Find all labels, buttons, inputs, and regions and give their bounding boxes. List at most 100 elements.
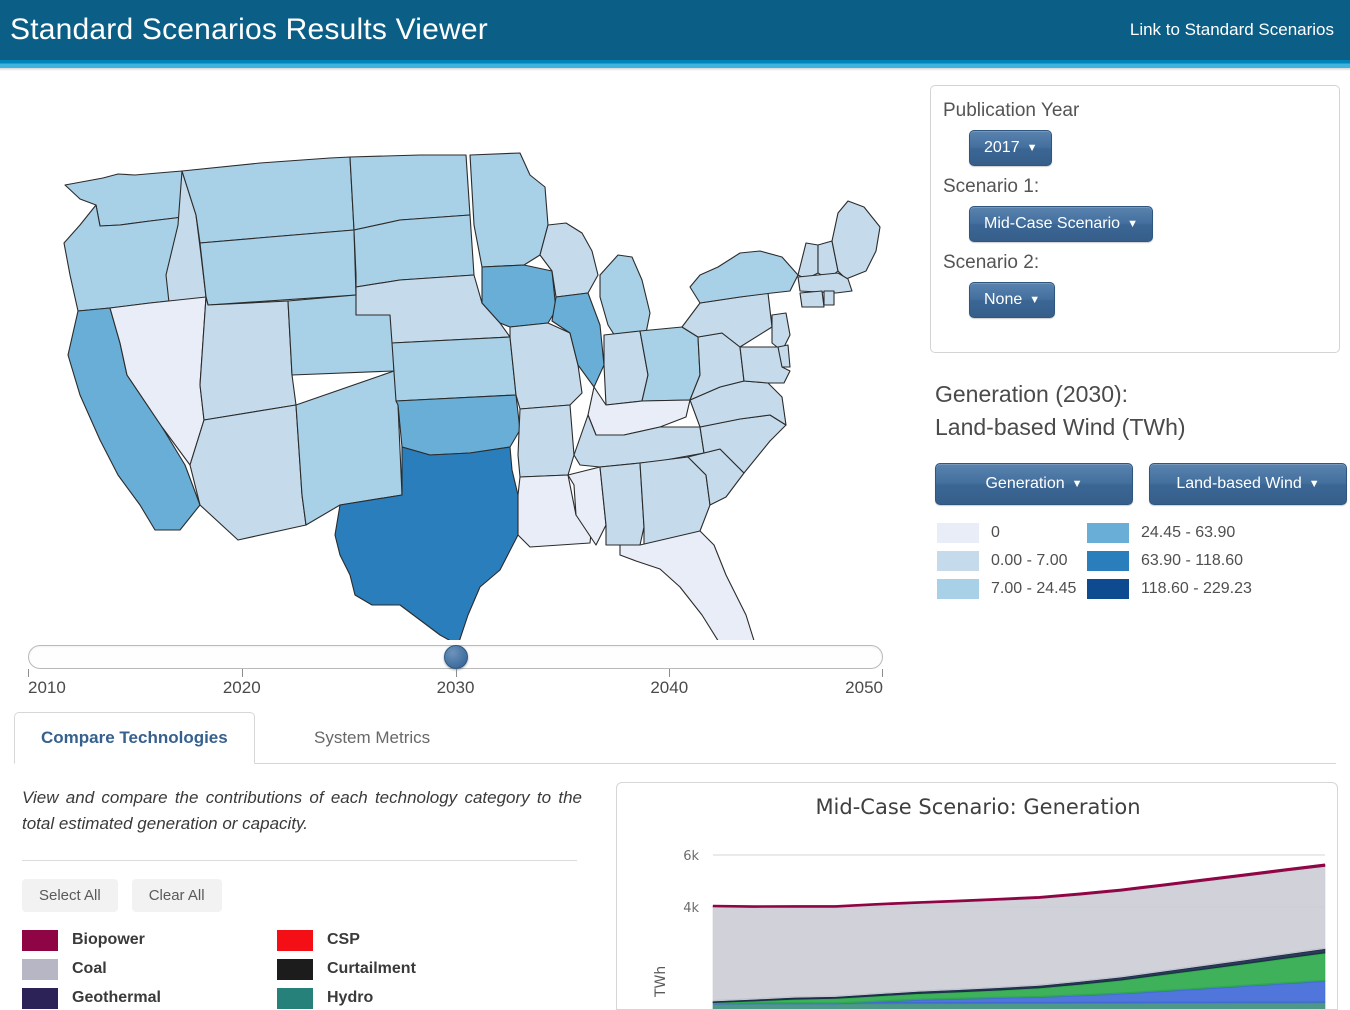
- scenario2-label: Scenario 2:: [943, 252, 1040, 273]
- state-VT[interactable]: [797, 242, 819, 280]
- select-all-button[interactable]: Select All: [22, 878, 118, 912]
- chevron-down-icon: ▼: [1029, 293, 1041, 306]
- selection-buttons: Select All Clear All: [22, 878, 582, 912]
- scenario1-dropdown[interactable]: Mid-Case Scenario ▼: [969, 206, 1153, 242]
- technology-label: Geothermal: [72, 989, 161, 1007]
- generation-area-chart[interactable]: 4k 6k TWh: [617, 823, 1338, 1010]
- technology-label: Hydro: [327, 989, 374, 1007]
- state-KS[interactable]: [391, 336, 517, 402]
- map-legend-item: 0.00 - 7.00: [937, 551, 1087, 571]
- map-metric-heading: Generation (2030): Land-based Wind (TWh): [935, 378, 1345, 445]
- technology-value: Land-based Wind: [1176, 475, 1302, 492]
- slider-handle[interactable]: [443, 645, 468, 669]
- page-title: Standard Scenarios Results Viewer: [10, 13, 488, 46]
- chevron-down-icon: ▼: [1071, 477, 1083, 490]
- app-header: Standard Scenarios Results Viewer Link t…: [0, 0, 1350, 60]
- publication-year-dropdown[interactable]: 2017 ▼: [969, 130, 1053, 166]
- slider-tick-label: 2020: [222, 678, 261, 697]
- state-FL[interactable]: [619, 530, 756, 640]
- technology-legend: Biopower CSP Coal Curtailment Geothermal Hydr…: [22, 929, 582, 1009]
- map-legend-swatch: [1087, 551, 1129, 571]
- generation-chart-card: Mid-Case Scenario: Generation 4k 6k TWh: [616, 782, 1338, 1010]
- slider-tick-label: 2040: [650, 678, 689, 697]
- technology-label: Coal: [72, 960, 107, 978]
- compare-technologies-panel: View and compare the contributions of ea…: [22, 785, 582, 1009]
- slider-tick-mark: [669, 669, 671, 677]
- state-OK[interactable]: [395, 394, 521, 456]
- slider-tick-mark: [28, 669, 29, 677]
- header-accent-stripe: [0, 60, 1350, 68]
- state-MA[interactable]: [797, 272, 853, 294]
- map-legend-item: 63.90 - 118.60: [1087, 551, 1337, 571]
- technology-legend-item[interactable]: Geothermal: [22, 987, 277, 1009]
- clear-all-button[interactable]: Clear All: [131, 878, 222, 912]
- technology-color-swatch: [277, 987, 313, 1009]
- technology-label: CSP: [327, 931, 360, 949]
- map-legend-swatch: [1087, 579, 1129, 599]
- state-CT[interactable]: [799, 290, 825, 308]
- state-NY[interactable]: [689, 250, 799, 304]
- technology-color-swatch: [22, 987, 58, 1009]
- metric-dropdown[interactable]: Generation ▼: [935, 463, 1133, 505]
- map-legend-label: 24.45 - 63.90: [1141, 524, 1236, 541]
- technology-color-swatch: [22, 958, 58, 980]
- state-AL[interactable]: [599, 462, 645, 546]
- technology-legend-item[interactable]: Coal: [22, 958, 277, 980]
- technology-label: Biopower: [72, 931, 145, 949]
- publication-year-label: Publication Year: [943, 100, 1080, 121]
- technology-color-swatch: [22, 929, 58, 951]
- technology-dropdown[interactable]: Land-based Wind ▼: [1149, 463, 1347, 505]
- state-IN[interactable]: [603, 330, 649, 406]
- state-AR[interactable]: [517, 404, 575, 478]
- map-metric-line2: Land-based Wind (TWh): [935, 414, 1186, 441]
- tab-compare-technologies[interactable]: Compare Technologies: [14, 712, 255, 764]
- state-UT[interactable]: [199, 296, 297, 421]
- map-legend-label: 0: [991, 524, 1000, 541]
- year-slider[interactable]: 2010 2020 2030 2040 2050: [28, 640, 888, 700]
- map-legend-label: 118.60 - 229.23: [1141, 580, 1252, 597]
- map-legend-item: 118.60 - 229.23: [1087, 579, 1337, 599]
- slider-tick-label: 2030: [436, 678, 475, 697]
- map-color-legend: 0 24.45 - 63.90 0.00 - 7.00 63.90 - 118.60 7…: [937, 523, 1337, 599]
- tab-system-metrics[interactable]: System Metrics: [288, 712, 456, 764]
- chevron-down-icon: ▼: [1026, 141, 1038, 154]
- state-RI[interactable]: [823, 290, 835, 306]
- slider-tick-mark: [241, 669, 243, 677]
- metric-value: Generation: [985, 475, 1065, 492]
- state-MN[interactable]: [469, 152, 549, 268]
- choropleth-map-panel[interactable]: [0, 75, 915, 640]
- tab-bar: Compare Technologies System Metrics: [14, 712, 1336, 764]
- state-OH[interactable]: [639, 326, 701, 402]
- slider-tick-mark: [455, 669, 457, 677]
- slider-tick-label: 2050: [845, 678, 883, 697]
- technology-color-swatch: [277, 929, 313, 951]
- standard-scenarios-link[interactable]: Link to Standard Scenarios: [1130, 20, 1350, 40]
- state-WY[interactable]: [199, 229, 357, 306]
- technology-legend-item[interactable]: CSP: [277, 929, 532, 951]
- map-legend-label: 0.00 - 7.00: [991, 552, 1068, 569]
- chart-y-tick-label: 6k: [683, 849, 699, 864]
- header-shadow: [0, 68, 1350, 71]
- map-legend-swatch: [937, 579, 979, 599]
- scenario2-value: None: [984, 291, 1023, 308]
- scenario2-dropdown[interactable]: None ▼: [969, 282, 1056, 318]
- map-legend-label: 63.90 - 118.60: [1141, 552, 1244, 569]
- technology-legend-item[interactable]: Biopower: [22, 929, 277, 951]
- slider-tick-mark: [882, 669, 883, 677]
- us-states-map[interactable]: [0, 75, 915, 640]
- scenario1-value: Mid-Case Scenario: [984, 215, 1121, 232]
- chart-y-axis-title: TWh: [653, 966, 669, 998]
- chart-title: Mid-Case Scenario: Generation: [815, 795, 1141, 819]
- state-MT[interactable]: [181, 156, 355, 244]
- chevron-down-icon: ▼: [1308, 477, 1320, 490]
- technology-color-swatch: [277, 958, 313, 980]
- state-ME[interactable]: [831, 200, 881, 280]
- publication-year-value: 2017: [984, 139, 1020, 156]
- state-AZ[interactable]: [189, 404, 307, 541]
- map-legend-swatch: [937, 523, 979, 543]
- technology-legend-item[interactable]: Curtailment: [277, 958, 532, 980]
- map-legend-item: 0: [937, 523, 1087, 543]
- technology-legend-item[interactable]: Hydro: [277, 987, 532, 1009]
- map-legend-item: 7.00 - 24.45: [937, 579, 1087, 599]
- technology-label: Curtailment: [327, 960, 416, 978]
